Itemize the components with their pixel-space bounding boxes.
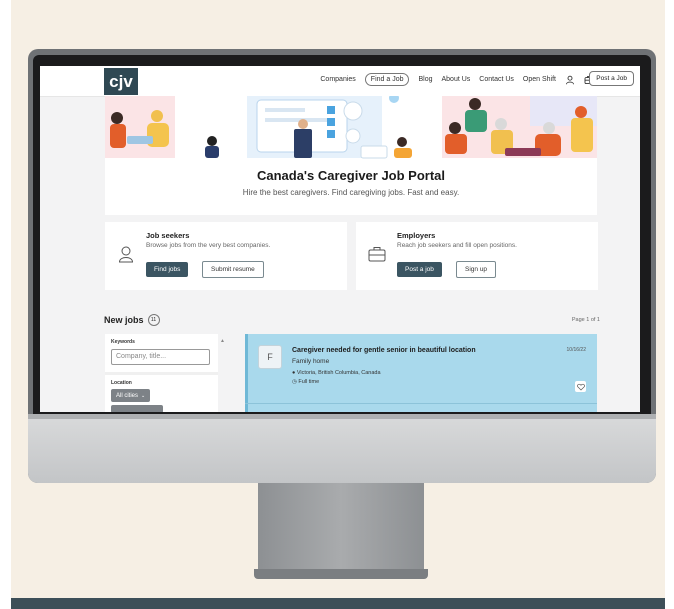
new-jobs-title: New jobs: [104, 315, 144, 325]
job-seekers-title: Job seekers: [146, 231, 190, 240]
hero-title: Canada's Caregiver Job Portal: [256, 168, 446, 183]
employers-title: Employers: [397, 231, 436, 240]
clock-icon: ◷: [292, 379, 297, 385]
job-type: ◷ Full time: [292, 379, 319, 385]
sign-up-button[interactable]: Sign up: [456, 261, 497, 278]
monitor-screen: cjv Companies Find a Job Blog About Us C…: [40, 66, 640, 412]
nav-blog-link[interactable]: Blog: [418, 76, 432, 83]
new-jobs-count-badge: 11: [147, 314, 160, 326]
company-avatar: F: [258, 345, 282, 369]
employers-description: Reach job seekers and fill open position…: [397, 242, 517, 249]
hero-subtitle: Hire the best caregivers. Find caregivin…: [242, 188, 460, 197]
monitor-chin: [28, 414, 656, 483]
monitor-chin-edge: [28, 414, 656, 419]
filter-divider: [105, 372, 218, 375]
favorite-heart-icon[interactable]: [575, 381, 586, 392]
post-a-job-button[interactable]: Post a Job: [589, 71, 634, 86]
job-seekers-description: Browse jobs from the very best companies…: [146, 242, 271, 249]
job-location: ● Victoria, British Columbia, Canada: [292, 370, 381, 376]
nav-find-job-link[interactable]: Find a Job: [364, 73, 410, 86]
location-pin-icon: ●: [292, 370, 296, 376]
chevron-down-icon: ⌄: [141, 392, 146, 399]
job-seekers-card: Job seekers Browse jobs from the very be…: [105, 222, 347, 290]
monitor-stand: [258, 483, 424, 575]
find-jobs-button[interactable]: Find jobs: [146, 262, 189, 277]
job-location-text: Victoria, British Columbia, Canada: [296, 370, 381, 376]
scroll-up-icon[interactable]: ▲: [220, 338, 225, 344]
location-dropdown[interactable]: All cities ⌄: [111, 389, 151, 402]
hero-banner: Canada's Caregiver Job Portal Hire the b…: [105, 96, 597, 215]
monitor-stand-base: [254, 569, 428, 579]
user-icon[interactable]: [565, 75, 575, 85]
nav-companies-link[interactable]: Companies: [320, 76, 355, 83]
user-icon: [118, 246, 134, 263]
page-indicator: Page 1 of 1: [571, 317, 600, 323]
secondary-dropdown[interactable]: [111, 405, 163, 412]
keywords-input[interactable]: Company, title...: [111, 349, 210, 365]
location-label: Location: [111, 380, 132, 386]
post-a-job-card-button[interactable]: Post a job: [397, 262, 442, 277]
job-title[interactable]: Caregiver needed for gentle senior in be…: [292, 347, 476, 354]
site-logo[interactable]: cjv: [104, 68, 138, 95]
keywords-label: Keywords: [111, 339, 135, 345]
job-listing-card[interactable]: F Caregiver needed for gentle senior in …: [245, 334, 597, 412]
job-highlight-strip: [245, 334, 248, 412]
new-jobs-heading: New jobs 11: [104, 314, 160, 326]
briefcase-icon: [368, 247, 386, 262]
location-value: All cities: [116, 392, 139, 399]
employers-card: Employers Reach job seekers and fill ope…: [356, 222, 598, 290]
job-card-divider: [245, 403, 597, 404]
nav-about-link[interactable]: About Us: [442, 76, 471, 83]
job-date: 10/16/22: [566, 347, 586, 353]
submit-resume-button[interactable]: Submit resume: [202, 261, 264, 278]
top-navbar: cjv Companies Find a Job Blog About Us C…: [40, 66, 640, 97]
nav-contact-link[interactable]: Contact Us: [479, 76, 514, 83]
job-company: Family home: [292, 358, 330, 365]
nav-open-shift-link[interactable]: Open Shift: [523, 76, 556, 83]
hero-illustration: [105, 96, 597, 159]
filter-sidebar: Keywords Company, title... Location All …: [105, 334, 218, 412]
nav-links: Companies Find a Job Blog About Us Conta…: [320, 73, 594, 86]
bottom-band: [11, 598, 665, 609]
job-type-text: Full time: [298, 379, 320, 385]
